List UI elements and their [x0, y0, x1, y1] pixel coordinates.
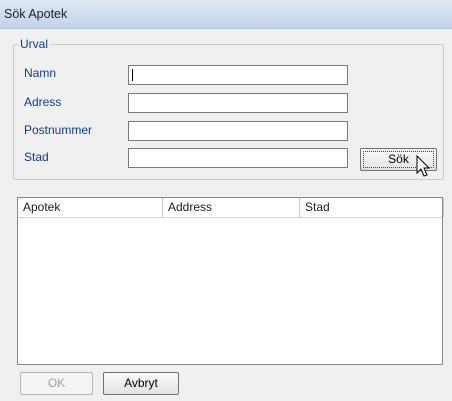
window-title: Sök Apotek: [4, 7, 68, 21]
results-list[interactable]: Apotek Address Stad: [17, 197, 444, 365]
column-header-address[interactable]: Address: [163, 198, 300, 217]
address-input[interactable]: [128, 93, 348, 113]
results-header: Apotek Address Stad: [18, 198, 444, 218]
cancel-button[interactable]: Avbryt: [103, 372, 179, 395]
address-label: Adress: [24, 95, 62, 109]
name-label: Namn: [24, 66, 57, 80]
name-input[interactable]: [128, 65, 348, 85]
arrow-pointer-icon: [416, 155, 431, 177]
ok-button[interactable]: OK: [20, 372, 93, 395]
title-bar: Sök Apotek: [0, 0, 452, 29]
column-header-apotek[interactable]: Apotek: [18, 198, 163, 217]
postal-code-input[interactable]: [128, 121, 348, 141]
city-input[interactable]: [128, 148, 348, 168]
filter-group-label: Urval: [18, 37, 51, 51]
city-label: Stad: [24, 150, 49, 164]
postal-code-label: Postnummer: [24, 123, 93, 137]
text-caret: [132, 69, 133, 81]
column-header-stad[interactable]: Stad: [300, 198, 444, 217]
